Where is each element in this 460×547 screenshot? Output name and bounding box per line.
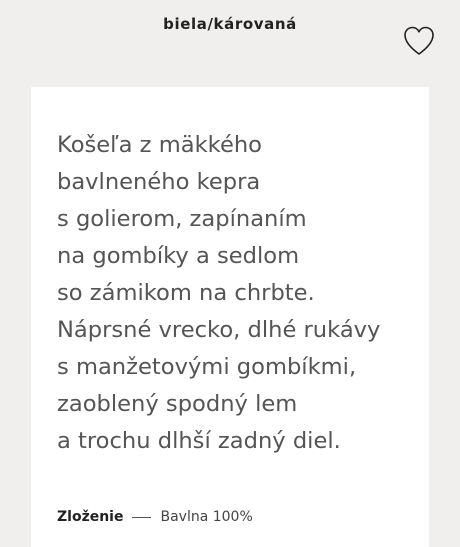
description-line: Košeľa z mäkkého: [57, 132, 262, 158]
heart-outline-icon: [404, 26, 434, 55]
description-line: s manžetovými gombíkmi,: [57, 354, 357, 380]
description-line: zaoblený spodný lem: [57, 391, 298, 417]
composition-divider: [132, 516, 152, 518]
product-details-card: Košeľa z mäkkého bavlneného kepra s goli…: [31, 87, 429, 547]
product-description: Košeľa z mäkkého bavlneného kepra s goli…: [57, 127, 417, 460]
description-line: so zámikom na chrbte.: [57, 280, 315, 306]
description-line: na gombíky a sedlom: [57, 243, 300, 269]
composition-row: Zloženie Bavlna 100%: [57, 506, 253, 528]
favorite-button[interactable]: [400, 24, 438, 58]
top-bar: biela/károvaná: [0, 0, 460, 86]
description-line: bavlneného kepra: [57, 169, 261, 195]
description-line: Náprsné vrecko, dlhé rukávy: [57, 317, 381, 343]
color-name: biela/károvaná: [163, 15, 297, 33]
description-line: s golierom, zapínaním: [57, 206, 307, 232]
composition-value: Bavlna 100%: [160, 509, 253, 525]
description-line: a trochu dlhší zadný diel.: [57, 428, 341, 454]
composition-label: Zloženie: [57, 509, 124, 525]
